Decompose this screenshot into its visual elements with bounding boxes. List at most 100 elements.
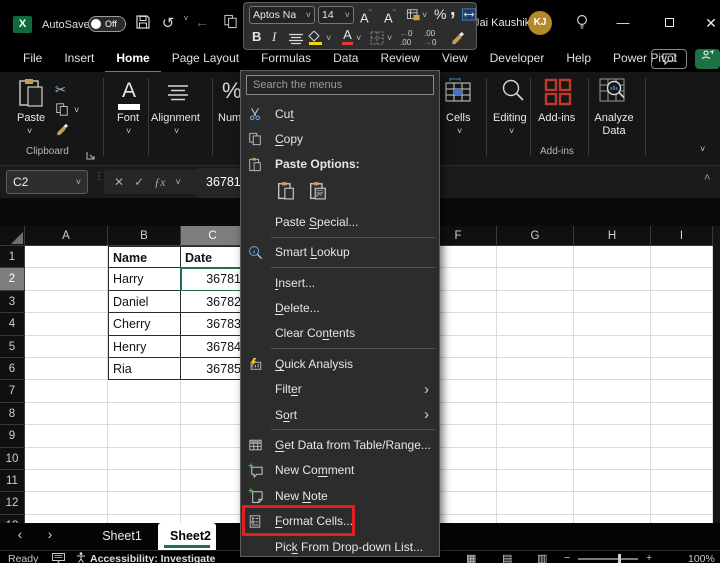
menu-search-input[interactable]	[246, 75, 434, 95]
format-painter-icon[interactable]	[450, 30, 466, 50]
decrease-font-icon[interactable]: A	[384, 5, 396, 28]
row-header-6[interactable]: 6	[0, 358, 25, 380]
cell-b2[interactable]: Harry	[108, 268, 181, 290]
cell-c5[interactable]: 36784	[181, 336, 245, 358]
format-painter-icon[interactable]	[55, 122, 70, 141]
cell-c12[interactable]	[181, 492, 245, 514]
italic-icon[interactable]: I	[272, 27, 276, 47]
sheet-tab-sheet2[interactable]: Sheet2	[158, 523, 216, 550]
row-header-8[interactable]: 8	[0, 403, 25, 425]
decrease-decimal-icon[interactable]: ←0.00	[400, 29, 412, 47]
chevron-down-icon[interactable]: ˅	[175, 178, 180, 187]
cells-group-icon[interactable]	[444, 78, 472, 109]
avatar[interactable]: KJ	[528, 11, 552, 35]
editing-group-icon[interactable]	[500, 78, 526, 109]
column-header-h[interactable]: H	[574, 226, 651, 246]
zoom-in-icon[interactable]: +	[646, 552, 652, 563]
bold-icon[interactable]: B	[252, 27, 261, 47]
row-header-12[interactable]: 12	[0, 492, 25, 514]
cell-i10[interactable]	[651, 448, 713, 470]
cell-a5[interactable]	[25, 336, 108, 358]
cell-g8[interactable]	[497, 403, 574, 425]
cell-g10[interactable]	[497, 448, 574, 470]
tab-data[interactable]: Data	[322, 46, 369, 73]
font-group-icon[interactable]: A	[114, 80, 144, 110]
row-header-1[interactable]: 1	[0, 246, 25, 268]
percent-icon[interactable]: %	[434, 4, 446, 24]
cell-i13[interactable]	[651, 515, 713, 523]
page-break-view-icon[interactable]: ▥	[537, 552, 547, 563]
cell-i9[interactable]	[651, 425, 713, 447]
cell-h5[interactable]	[574, 336, 651, 358]
cell-c8[interactable]	[181, 403, 245, 425]
minimize-button[interactable]: —	[612, 14, 634, 32]
menu-item-sort[interactable]: Sort›	[241, 402, 439, 427]
cell-g9[interactable]	[497, 425, 574, 447]
cell-g3[interactable]	[497, 291, 574, 313]
row-header-10[interactable]: 10	[0, 448, 25, 470]
row-header-9[interactable]: 9	[0, 425, 25, 447]
cell-c7[interactable]	[181, 380, 245, 402]
chevron-down-icon[interactable]: ˅	[422, 11, 427, 20]
cell-i1[interactable]	[651, 246, 713, 268]
accessibility-icon[interactable]	[76, 552, 86, 563]
cell-a9[interactable]	[25, 425, 108, 447]
cell-h12[interactable]	[574, 492, 651, 514]
cancel-icon[interactable]: ✕	[114, 175, 124, 189]
sheet-nav-left-icon[interactable]: ‹	[10, 526, 30, 542]
cell-c2[interactable]: 36781	[181, 268, 245, 290]
share-button[interactable]	[695, 49, 720, 69]
tab-developer[interactable]: Developer	[479, 46, 556, 73]
font-name-select[interactable]: Aptos Na˅	[249, 6, 315, 24]
fill-color-icon[interactable]	[308, 29, 324, 47]
cell-i3[interactable]	[651, 291, 713, 313]
menu-item-new-note[interactable]: New Note	[241, 483, 439, 508]
cell-i6[interactable]	[651, 358, 713, 380]
borders-icon[interactable]	[370, 31, 384, 50]
cell-b12[interactable]	[108, 492, 181, 514]
cell-b11[interactable]	[108, 470, 181, 492]
cell-b5[interactable]: Henry	[108, 336, 181, 358]
macro-record-icon[interactable]	[52, 553, 65, 563]
cell-b10[interactable]	[108, 448, 181, 470]
cell-i12[interactable]	[651, 492, 713, 514]
cell-g11[interactable]	[497, 470, 574, 492]
cell-h8[interactable]	[574, 403, 651, 425]
accessibility-status[interactable]: Accessibility: Investigate	[90, 553, 215, 563]
lightbulb-icon[interactable]	[574, 13, 590, 36]
cut-icon[interactable]: ✂	[55, 82, 66, 98]
copy-icon[interactable]	[220, 14, 240, 34]
menu-item-pick-from-drop-down-list[interactable]: Pick From Drop-down List...	[241, 534, 439, 557]
paste-values-icon[interactable]	[309, 181, 327, 205]
cell-h10[interactable]	[574, 448, 651, 470]
row-header-2[interactable]: 2	[0, 268, 25, 290]
cell-c13[interactable]	[181, 515, 245, 523]
cell-b13[interactable]	[108, 515, 181, 523]
increase-font-icon[interactable]: A	[360, 5, 372, 28]
sheet-tab-sheet1[interactable]: Sheet1	[86, 523, 158, 550]
tab-home[interactable]: Home	[105, 46, 160, 73]
close-button[interactable]: ✕	[700, 14, 720, 32]
analyze-data-icon[interactable]	[599, 78, 629, 109]
fx-icon[interactable]: ƒx	[154, 175, 165, 190]
format-table-icon[interactable]	[406, 8, 421, 27]
zoom-slider-thumb[interactable]	[618, 554, 621, 563]
font-size-select[interactable]: 14˅	[318, 6, 354, 24]
tab-file[interactable]: File	[12, 46, 53, 73]
menu-item-get-data-from-table-range[interactable]: Get Data from Table/Range...	[241, 432, 439, 457]
autosave-toggle[interactable]: Off	[88, 16, 126, 32]
paste-keep-source-icon[interactable]	[277, 181, 295, 205]
column-header-g[interactable]: G	[497, 226, 574, 246]
tab-page-layout[interactable]: Page Layout	[161, 46, 250, 73]
chevron-down-icon[interactable]: ˅	[356, 34, 361, 43]
page-layout-view-icon[interactable]: ▤	[502, 552, 512, 563]
maximize-button[interactable]	[658, 14, 680, 32]
cell-i2[interactable]	[651, 268, 713, 290]
row-header-3[interactable]: 3	[0, 291, 25, 313]
cell-a10[interactable]	[25, 448, 108, 470]
tab-help[interactable]: Help	[555, 46, 602, 73]
zoom-slider-track[interactable]	[578, 558, 638, 560]
tab-formulas[interactable]: Formulas	[250, 46, 322, 73]
formula-bar-expand-icon[interactable]: ˄	[704, 172, 710, 184]
copy-icon[interactable]	[55, 102, 69, 122]
